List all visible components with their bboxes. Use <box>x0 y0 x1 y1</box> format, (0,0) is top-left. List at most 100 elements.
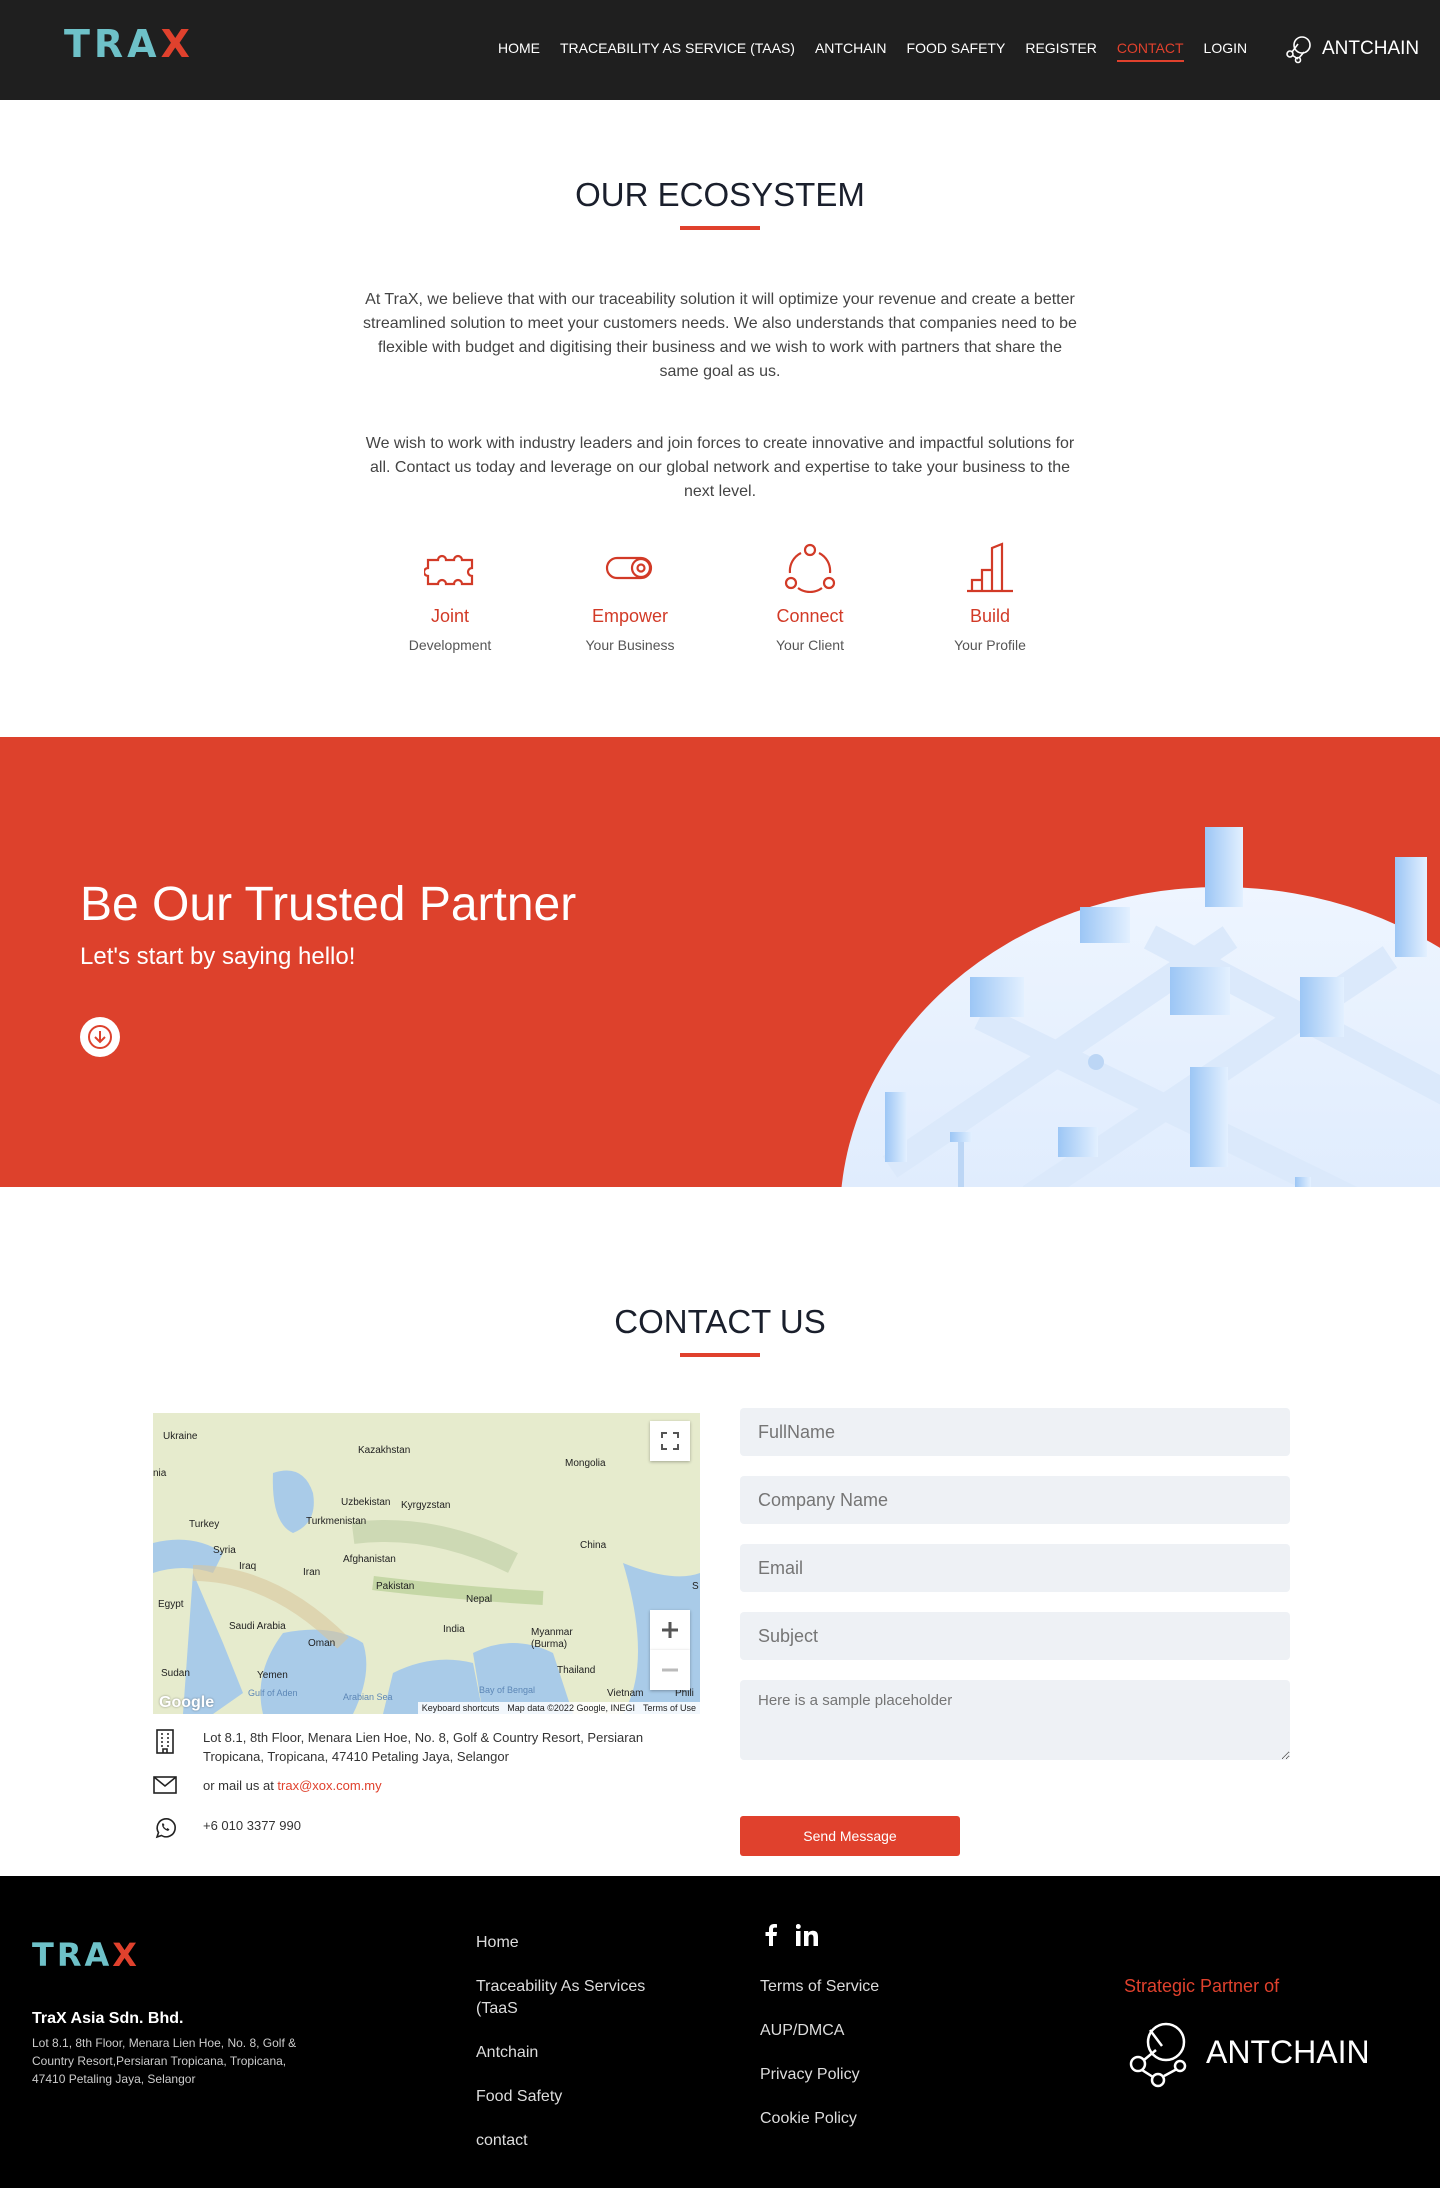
strategic-partner-label: Strategic Partner of <box>1124 1976 1280 1996</box>
map-label: Myanmar (Burma) <box>531 1627 573 1650</box>
footer-link-home[interactable]: Home <box>476 1932 676 1954</box>
message-textarea[interactable] <box>740 1680 1290 1760</box>
feature-connect: Connect Your Client <box>720 540 900 653</box>
feature-empower-title: Empower <box>591 606 669 626</box>
map-label: nia <box>153 1468 167 1479</box>
company-name-input[interactable] <box>740 1476 1290 1524</box>
feature-connect-title: Connect <box>776 606 844 626</box>
footer-link-contact[interactable]: contact <box>476 2130 676 2152</box>
linkedin-icon[interactable] <box>796 1924 818 1946</box>
map-label: China <box>580 1540 607 1551</box>
footer-address: Lot 8.1, 8th Floor, Menara Lien Hoe, No.… <box>32 2036 297 2086</box>
puzzle-icon <box>360 540 540 596</box>
map-label: Afghanistan <box>343 1554 396 1565</box>
nav-register[interactable]: REGISTER <box>1025 40 1097 62</box>
location-map[interactable]: Ukraine Kazakhstan Mongolia Uzbekistan K… <box>153 1413 700 1714</box>
logo-text-left: TRA <box>64 22 161 66</box>
partner-hero: Be Our Trusted Partner Let's start by sa… <box>0 737 1440 1187</box>
antchain-icon <box>1129 2022 1187 2088</box>
toggle-icon <box>540 540 720 596</box>
nav-home[interactable]: HOME <box>498 40 540 62</box>
google-logo: Google <box>159 1694 215 1711</box>
contact-email-row: or mail us at trax@xox.com.my <box>153 1776 382 1795</box>
map-data-credit: Map data ©2022 Google, INEGI <box>507 1703 635 1713</box>
map-label: Mongolia <box>565 1458 606 1469</box>
footer-company-name: TraX Asia Sdn. Bhd. <box>32 2010 184 2027</box>
map-label: Oman <box>308 1638 336 1649</box>
footer-link-cookie[interactable]: Cookie Policy <box>760 2108 960 2130</box>
map-zoom-in-button[interactable] <box>650 1610 690 1650</box>
nav-taas[interactable]: TRACEABILITY AS SERVICE (TAAS) <box>560 40 795 62</box>
hero-subtitle: Let's start by saying hello! <box>80 943 356 970</box>
footer-trax-logo[interactable]: TRAX <box>32 1936 140 1974</box>
contact-address: Lot 8.1, 8th Floor, Menara Lien Hoe, No.… <box>203 1730 644 1764</box>
ecosystem-paragraph-1: At TraX, we believe that with our tracea… <box>363 291 1077 380</box>
map-label: Sudan <box>161 1668 190 1679</box>
email-input[interactable] <box>740 1544 1290 1592</box>
map-label: Nepal <box>466 1594 493 1605</box>
footer-logo-text-left: TRA <box>32 1936 113 1974</box>
contact-address-row: Lot 8.1, 8th Floor, Menara Lien Hoe, No.… <box>153 1728 663 1766</box>
ecosystem-paragraph-2: We wish to work with industry leaders an… <box>365 435 1075 500</box>
footer-link-terms[interactable]: Terms of Service <box>760 1976 960 1998</box>
footer-link-privacy[interactable]: Privacy Policy <box>760 2064 960 2086</box>
facebook-icon[interactable] <box>764 1924 778 1946</box>
map-label: Bay of Bengal <box>479 1685 536 1695</box>
feature-build: Build Your Profile <box>900 540 1080 653</box>
nav-login[interactable]: LOGIN <box>1204 40 1248 62</box>
fullname-input[interactable] <box>740 1408 1290 1456</box>
map-label: Syria <box>213 1545 236 1556</box>
keyboard-shortcuts-link[interactable]: Keyboard shortcuts <box>422 1703 500 1713</box>
footer-link-antchain[interactable]: Antchain <box>476 2042 676 2064</box>
network-icon <box>720 540 900 596</box>
contact-title-underline <box>680 1353 760 1357</box>
map-label: Kazakhstan <box>358 1445 411 1456</box>
mail-icon <box>153 1776 177 1794</box>
nav-antchain[interactable]: ANTCHAIN <box>815 40 887 62</box>
feature-build-title: Build <box>969 606 1011 626</box>
map-label: S <box>692 1581 699 1592</box>
fullscreen-icon <box>661 1432 679 1450</box>
contact-title: CONTACT US <box>614 1303 826 1340</box>
footer-logo-text-right: X <box>112 1936 140 1974</box>
map-label: India <box>443 1624 465 1635</box>
map-label: Iraq <box>239 1561 257 1572</box>
scroll-down-button[interactable] <box>80 1017 120 1057</box>
send-message-button[interactable]: Send Message <box>740 1816 960 1856</box>
isometric-city-illustration <box>841 827 1440 1187</box>
contact-phone-row: +6 010 3377 990 <box>153 1816 301 1840</box>
feature-empower: Empower Your Business <box>540 540 720 653</box>
map-fullscreen-button[interactable] <box>650 1421 690 1461</box>
map-zoom-out-button[interactable] <box>650 1650 690 1690</box>
map-label: Pakistan <box>376 1581 415 1592</box>
footer-link-taas[interactable]: Traceability As Services (TaaS <box>476 1976 676 2020</box>
arrow-down-icon <box>88 1025 112 1049</box>
map-label: Ukraine <box>163 1431 198 1442</box>
footer-antchain-brand[interactable]: ANTCHAIN <box>1124 2016 1370 2088</box>
footer-links-col1: Home Traceability As Services (TaaS Antc… <box>476 1932 676 2174</box>
antchain-brand[interactable]: ANTCHAIN <box>1284 34 1419 64</box>
plus-icon <box>662 1622 678 1638</box>
map-label: Thailand <box>557 1665 596 1676</box>
minus-icon <box>662 1668 678 1672</box>
map-label: Uzbekistan <box>341 1497 391 1508</box>
feature-build-sub: Your Profile <box>954 637 1026 653</box>
trax-logo[interactable]: TRAX <box>64 22 194 66</box>
feature-connect-sub: Your Client <box>776 637 844 653</box>
nav-contact[interactable]: CONTACT <box>1116 40 1184 62</box>
feature-empower-sub: Your Business <box>585 637 675 653</box>
building-icon <box>153 1728 177 1754</box>
growth-icon <box>900 540 1080 596</box>
footer-link-aup-dmca[interactable]: AUP/DMCA <box>760 2020 960 2042</box>
map-label: Turkmenistan <box>306 1516 367 1527</box>
subject-input[interactable] <box>740 1612 1290 1660</box>
ecosystem-title-underline <box>680 226 760 230</box>
email-link[interactable]: trax@xox.com.my <box>277 1778 381 1793</box>
antchain-label: ANTCHAIN <box>1322 38 1420 59</box>
top-navbar: TRAX HOME TRACEABILITY AS SERVICE (TAAS)… <box>0 0 1440 100</box>
antchain-icon <box>1286 36 1311 64</box>
footer-social <box>764 1924 818 1946</box>
nav-food-safety[interactable]: FOOD SAFETY <box>907 40 1006 62</box>
terms-of-use-link[interactable]: Terms of Use <box>643 1703 696 1713</box>
footer-link-food-safety[interactable]: Food Safety <box>476 2086 676 2108</box>
